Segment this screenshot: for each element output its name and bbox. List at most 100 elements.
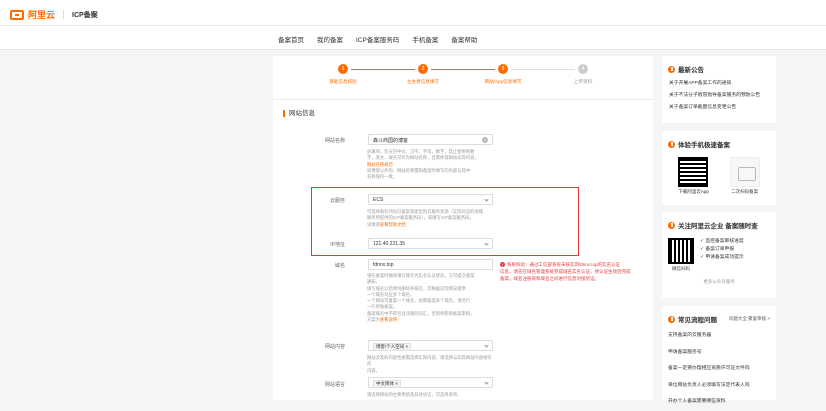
card-title-text: 体验手机极速备案	[678, 142, 730, 149]
ip-label: IP地址	[330, 242, 345, 248]
hint-line: 详情请	[367, 221, 380, 227]
logo[interactable]: 阿里云 ICP备案	[10, 8, 98, 21]
hint-line: 内容。	[367, 367, 380, 373]
mobile-title: 体验手机极速备案	[662, 131, 776, 153]
step-label: 上传资料	[573, 79, 593, 84]
domain-hint: 请在备案时确保填写域名为实名认证状态，方可提交备案 通知。 填写域名以后请勿删除…	[367, 273, 495, 323]
content-hint: 网站涉及的内容性质需选择实际内容，请选择与实际网站内容相符的 内容。	[367, 355, 495, 374]
qr-label: 二次扫码备案	[731, 189, 759, 194]
faq-item[interactable]: 支持备案的云服务器	[662, 328, 776, 345]
follow-more-link[interactable]: 更多公众号服务	[662, 276, 776, 291]
follow-qr: 微信扫码	[668, 238, 694, 272]
hint-line: 方案为	[367, 317, 380, 323]
mobile-card: 体验手机极速备案 下载阿里云App 二次扫码备案	[662, 131, 776, 205]
section-title: 网站信息	[283, 110, 315, 117]
main-nav: 备案首页 我的备案 ICP备案服务码 手机备案 备案帮助	[278, 34, 477, 44]
domain-input[interactable]: fdnnx.top	[368, 259, 493, 270]
step-number: 2	[418, 64, 428, 74]
wechat-icon	[668, 221, 675, 229]
nav-home[interactable]: 备案首页	[278, 34, 304, 44]
card-title-text: 关注阿里云企业 备案随时查	[678, 223, 758, 230]
card-title-text: 常见流程问题	[678, 317, 717, 324]
site-name-hint: 必填项，仅支持中文、汉字、字母、数字，禁止使用纯数 字，英文、域名可作为网站名称…	[367, 149, 495, 180]
language-select[interactable]: 中文简体 ×	[368, 377, 493, 388]
faq-item[interactable]: 开办个人备案需要哪些资料	[662, 394, 776, 411]
nav-help[interactable]: 备案帮助	[451, 34, 477, 44]
faq-title: 常见流程问题	[668, 314, 717, 324]
chevron-down-icon	[484, 343, 489, 348]
site-name-input[interactable]: 森斗商国的博客 ×	[368, 134, 493, 145]
follow-item: ✓ 申请备案成功提示	[700, 255, 744, 260]
top-bar: 阿里云 ICP备案	[0, 0, 826, 26]
faq-header: 常见流程问题 问题大全 繁复审核 >	[662, 306, 776, 328]
follow-title: 关注阿里云企业 备案随时查	[662, 212, 776, 234]
card-title-text: 最新公告	[678, 67, 704, 74]
step-label: 基础信息校验	[329, 79, 357, 84]
language-tag: 中文简体 ×	[373, 380, 401, 388]
chevron-down-icon	[484, 241, 489, 246]
language-hint: 请选择网站的主要用语及其他语言，可选择多项。	[367, 392, 495, 398]
tag-remove-icon[interactable]: ×	[406, 344, 409, 349]
faq-item[interactable]: 单位网站负责人必须填写法定代表人吗	[662, 378, 776, 395]
qr-row: 下载阿里云App 二次扫码备案	[662, 153, 776, 195]
content-label: 网站内容	[324, 344, 345, 350]
follow-card: 关注阿里云企业 备案随时查 微信扫码 ✓ 监控备案审核进度 ✓ 备案订单申报 ✓…	[662, 212, 776, 298]
step-label: 网站/App信息填写	[484, 79, 522, 84]
follow-item: ✓ 备案订单申报	[700, 247, 735, 252]
nav-my-icp[interactable]: 我的备案	[317, 34, 343, 44]
step-number: 3	[498, 64, 508, 74]
divider	[273, 99, 653, 100]
step-number: 4	[578, 64, 588, 74]
domain-value: fdnnx.top	[373, 262, 394, 268]
qr-label: 微信扫码	[672, 266, 690, 271]
chevron-down-icon	[484, 197, 489, 202]
step-3: 3 网站/App信息填写	[473, 64, 533, 85]
content-tag: 博客/个人空间 ×	[373, 343, 412, 351]
step-4: 4 上传资料	[553, 64, 613, 85]
news-item[interactable]: 关于备案订单截图信息变更公告	[662, 102, 776, 114]
hint-line: 请选择网站的主要用语及其他语言，可选择多项。	[367, 392, 462, 397]
error-icon: !	[500, 262, 505, 267]
error-line: 系统校验：通过工信部系统未核实到fdnnx.top的实名认证	[507, 262, 621, 267]
tag-text: 中文简体	[376, 381, 394, 386]
domain-help-link[interactable]: 查看说明	[380, 317, 397, 322]
scan-icon	[729, 157, 760, 187]
content-select[interactable]: 博客/个人空间 ×	[368, 340, 493, 351]
chevron-down-icon	[484, 380, 489, 385]
nav-service-code[interactable]: ICP备案服务码	[356, 34, 399, 44]
help-doc-link[interactable]: 查看帮助文档	[380, 222, 406, 227]
follow-list: ✓ 监控备案审核进度 ✓ 备案订单申报 ✓ 申请备案成功提示	[700, 238, 744, 272]
product-name: ICP备案	[72, 11, 98, 19]
clear-icon[interactable]: ×	[482, 137, 488, 143]
faq-all-link[interactable]: 问题大全 繁复审核 >	[729, 316, 770, 322]
error-line: 备案，域名注册商和域名之间进行信息对接验证。	[500, 276, 599, 281]
qr-scan: 二次扫码备案	[729, 157, 760, 195]
tag-text: 博客/个人空间	[376, 344, 405, 349]
faq-item[interactable]: 申请备案服务号	[662, 345, 776, 362]
language-label: 网站语言	[324, 382, 345, 388]
qr-app: 下载阿里云App	[678, 157, 709, 195]
step-number: 1	[338, 64, 348, 74]
error-line: 信息，请先在域名管理系统完成域名实名认证，待认证生效后完成	[500, 269, 631, 274]
hint-line: 网站涉及的内容性质需选择实际内容，请选择与实际网站内容相符的	[367, 355, 492, 367]
faq-item[interactable]: 备案一定要办理相应资质许可证文件吗	[662, 361, 776, 378]
tag-remove-icon[interactable]: ×	[395, 381, 398, 386]
nav-bar: 备案首页 我的备案 ICP备案服务码 手机备案 备案帮助	[0, 26, 826, 50]
ip-select[interactable]: 121.40.221.35	[368, 238, 493, 249]
news-title: 最新公告	[662, 56, 776, 78]
qr-code-icon	[678, 157, 709, 187]
news-item[interactable]: 关于不法分子假冒指导备案服务的预防公告	[662, 90, 776, 102]
follow-item: ✓ 监控备案审核进度	[700, 239, 744, 244]
step-1: 1 基础信息校验	[313, 64, 373, 85]
news-item[interactable]: 关于开展APP备案工作的通知	[662, 78, 776, 90]
cloud-select[interactable]: ECS	[368, 194, 493, 205]
nav-mobile[interactable]: 手机备案	[412, 34, 438, 44]
step-label: 主办者信息填写	[406, 79, 440, 84]
step-2: 2 主办者信息填写	[393, 64, 453, 85]
phone-icon	[668, 140, 675, 148]
domain-label: 域名	[334, 263, 345, 269]
domain-error: ! 系统校验：通过工信部系统未核实到fdnnx.top的实名认证 信息，请先在域名…	[500, 261, 652, 282]
brand-name: 阿里云	[28, 10, 56, 20]
qr-code-icon	[668, 238, 694, 264]
cloud-value: ECS	[373, 197, 384, 203]
